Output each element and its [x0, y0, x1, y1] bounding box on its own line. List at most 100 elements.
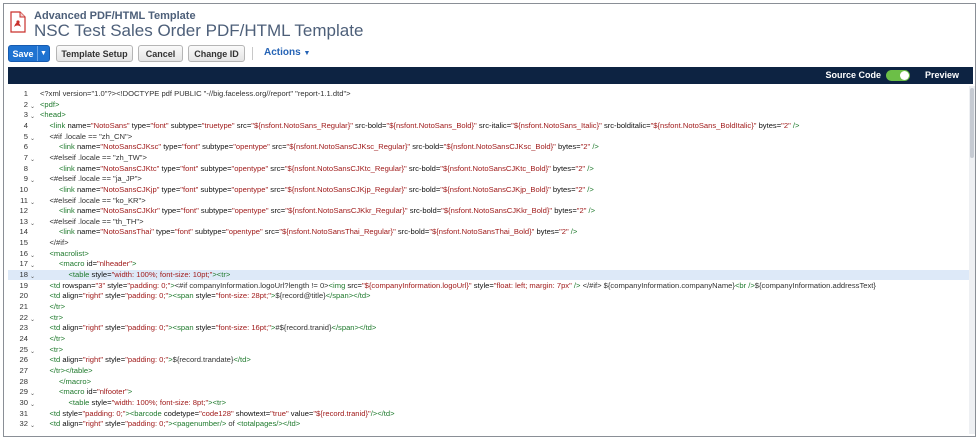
- code-token: "right": [82, 419, 104, 429]
- save-menu-chevron-down-icon[interactable]: ▼: [37, 46, 49, 61]
- save-button[interactable]: Save ▼: [8, 45, 50, 62]
- code-token: /></td>: [370, 408, 395, 418]
- code-line[interactable]: 8 <link name="NotoSansCJKtc" type="font" …: [8, 164, 973, 174]
- code-token: "true": [270, 408, 289, 418]
- code-token: </tr>: [49, 333, 66, 343]
- cancel-button[interactable]: Cancel: [138, 45, 183, 62]
- line-number: 12: [19, 206, 28, 216]
- code-token: "${nsfont.NotoSans_Regular}": [251, 120, 353, 130]
- scrollbar-thumb[interactable]: [970, 88, 974, 158]
- code-text: <td rowspan="3" style="padding: 0;"><#if…: [50, 281, 876, 291]
- code-token: "${nsfont.NotoSansCJKsc_Bold}": [443, 142, 556, 152]
- code-text: <link name="NotoSansCJKjp" type="font" s…: [59, 185, 594, 195]
- code-token: <macrolist>: [49, 248, 89, 258]
- code-token: <#elseif .locale == "th_TH">: [49, 216, 144, 226]
- code-token: "${nsfont.NotoSansCJKkr_Regular}": [285, 206, 408, 216]
- code-token: src=: [269, 142, 287, 152]
- code-token: "2": [575, 163, 586, 173]
- code-text: <link name="NotoSansThai" type="font" su…: [59, 227, 577, 237]
- code-line[interactable]: 3 ⌄ <head>: [8, 110, 973, 120]
- code-line[interactable]: 18 ⌄ <table style="width: 100%; font-size:…: [8, 270, 973, 281]
- code-line[interactable]: 22 ⌄ <tr>: [8, 313, 973, 323]
- code-line[interactable]: 11 ⌄ <#elseif .locale == "ko_KR">: [8, 196, 973, 206]
- code-token: "nlheader": [97, 259, 132, 269]
- code-line[interactable]: 7 ⌄ <#elseif .locale == "zh_TW">: [8, 153, 973, 163]
- template-setup-button[interactable]: Template Setup: [56, 45, 133, 62]
- code-token: src-bold=: [407, 206, 442, 216]
- code-line[interactable]: 13 ⌄ <#elseif .locale == "th_TH">: [8, 217, 973, 227]
- code-line[interactable]: 17 ⌄ <macro id="nlheader">: [8, 259, 973, 269]
- code-token: id=: [86, 387, 98, 397]
- code-token: </span></td>: [325, 291, 371, 301]
- code-token: src-bold=: [410, 142, 444, 152]
- code-line[interactable]: 4 <link name="NotoSans" type="font" subty…: [8, 121, 973, 131]
- line-number: 31: [19, 408, 28, 418]
- code-token: "${record.tranid}": [313, 408, 371, 418]
- source-code-toggle[interactable]: [886, 70, 910, 81]
- code-token: "${nsfont.NotoSansCJKjp_Regular}": [284, 184, 407, 194]
- line-number: 19: [19, 280, 28, 290]
- code-token: "${nsfont.NotoSansCJKtc_Bold}": [440, 163, 551, 173]
- code-token: "NotoSans": [90, 120, 130, 130]
- editor-vertical-scrollbar[interactable]: [969, 86, 975, 434]
- code-text: <td align="right" style="padding: 0;"><s…: [50, 291, 371, 301]
- code-line[interactable]: 31 <td style="padding: 0;"><barcode codet…: [8, 409, 973, 419]
- fold-chevron-icon[interactable]: ⌄: [30, 421, 35, 431]
- code-text: </tr></table>: [50, 366, 93, 376]
- code-token: <td: [49, 280, 63, 290]
- editor-mode-bar: Source Code Preview: [8, 67, 973, 84]
- code-line[interactable]: 29 ⌄ <macro id="nlfooter">: [8, 387, 973, 397]
- code-line[interactable]: 6 <link name="NotoSansCJKsc" type="font" …: [8, 142, 973, 152]
- code-line[interactable]: 32 ⌄ <td align="right" style="padding: 0;"…: [8, 419, 973, 429]
- code-line[interactable]: 12 <link name="NotoSansCJKkr" type="font"…: [8, 206, 973, 216]
- line-number: 6: [23, 142, 28, 152]
- code-token: <br />: [734, 280, 755, 290]
- code-token: "font": [180, 206, 199, 216]
- code-token: "nlfooter": [97, 387, 128, 397]
- code-token: </#if>: [49, 238, 69, 248]
- code-line[interactable]: 5 ⌄ <#if .locale == "zh_CN">: [8, 132, 973, 142]
- code-token: "width: 100%; font-size: 10pt;": [111, 270, 213, 280]
- code-line[interactable]: 15 </#if>: [8, 238, 973, 248]
- code-line[interactable]: 21 </tr>: [8, 302, 973, 312]
- code-token: src-bold=: [406, 184, 441, 194]
- change-id-button[interactable]: Change ID: [188, 45, 245, 62]
- code-token: value=: [288, 408, 314, 418]
- code-line[interactable]: 24 </tr>: [8, 334, 973, 344]
- code-token: "NotoSansCJKjp": [100, 184, 160, 194]
- code-line[interactable]: 1 <?xml version="1.0"?><!DOCTYPE pdf PUBL…: [8, 89, 973, 99]
- code-line[interactable]: 30 ⌄ <table style="width: 100%; font-size:…: [8, 398, 973, 408]
- code-line[interactable]: 27 </tr></table>: [8, 366, 973, 376]
- code-line[interactable]: 26 <td align="right" style="padding: 0;">…: [8, 355, 973, 365]
- code-text: <td align="right" style="padding: 0;">${…: [50, 355, 251, 365]
- code-token: type=: [159, 184, 181, 194]
- actions-menu-label: Actions: [264, 47, 301, 58]
- code-line[interactable]: 23 <td align="right" style="padding: 0;">…: [8, 323, 973, 333]
- code-line[interactable]: 20 <td align="right" style="padding: 0;">…: [8, 291, 973, 301]
- code-token: <link: [59, 163, 77, 173]
- code-line[interactable]: 16 ⌄ <macrolist>: [8, 249, 973, 259]
- code-editor[interactable]: 1 <?xml version="1.0"?><!DOCTYPE pdf PUBL…: [8, 86, 973, 436]
- actions-menu[interactable]: Actions ▼: [264, 47, 310, 58]
- code-line[interactable]: 19 <td rowspan="3" style="padding: 0;"><#…: [8, 281, 973, 291]
- source-code-label: Source Code: [825, 70, 881, 80]
- preview-tab[interactable]: Preview: [925, 70, 959, 80]
- code-line[interactable]: 2 ⌄ <pdf>: [8, 100, 973, 110]
- code-token: "padding: 0;": [125, 291, 169, 301]
- code-token: <?xml version="1.0"?><!DOCTYPE pdf PUBLI…: [40, 89, 351, 98]
- code-token: subtype=: [198, 163, 232, 173]
- code-token: />: [568, 227, 578, 237]
- code-token: <link: [59, 142, 77, 152]
- code-token: bytes=: [756, 120, 782, 130]
- code-line[interactable]: 14 <link name="NotoSansThai" type="font" …: [8, 227, 973, 237]
- code-token: "${nsfont.NotoSansCJKkr_Bold}": [441, 206, 553, 216]
- code-line[interactable]: 25 ⌄ <tr>: [8, 345, 973, 355]
- code-text: <pdf>: [40, 100, 59, 110]
- code-line[interactable]: 9 ⌄ <#elseif .locale == "ja_JP">: [8, 174, 973, 184]
- code-token: type=: [153, 227, 175, 237]
- code-line[interactable]: 10 <link name="NotoSansCJKjp" type="font"…: [8, 185, 973, 195]
- code-token: "NotoSansCJKkr": [100, 206, 160, 216]
- page-title: NSC Test Sales Order PDF/HTML Template: [34, 21, 364, 40]
- line-number: 4: [23, 120, 28, 130]
- code-line[interactable]: 28 </macro>: [8, 377, 973, 387]
